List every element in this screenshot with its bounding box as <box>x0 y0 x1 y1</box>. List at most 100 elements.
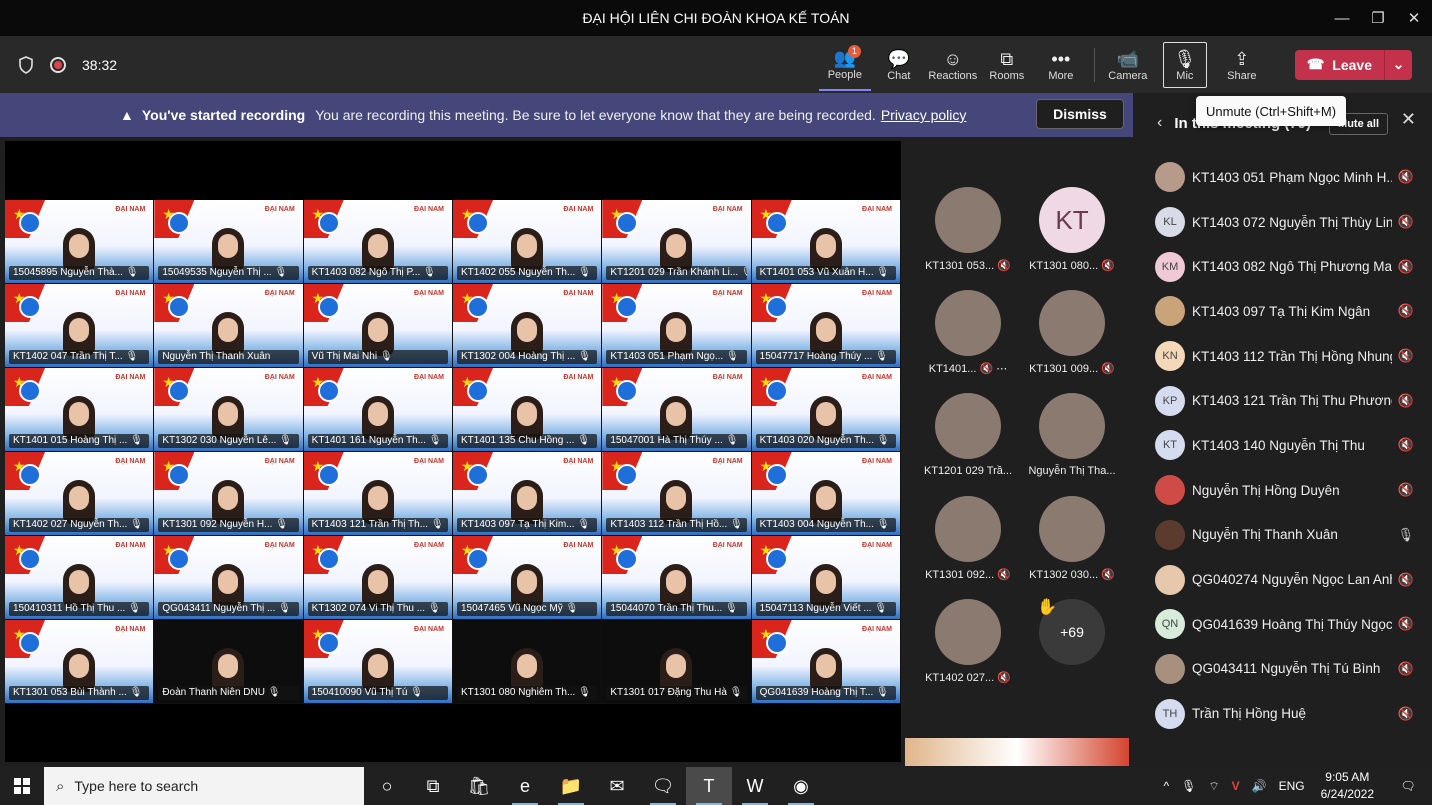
video-tile[interactable]: ĐẠI NAM KT1403 121 Trần Thị Th... 🎙 <box>303 452 453 536</box>
video-tile[interactable]: KT1301 080 Nghiêm Th... 🎙 <box>452 620 603 704</box>
chat-button[interactable]: 💬 Chat <box>873 39 925 91</box>
video-tile[interactable]: ĐẠI NAM KT1402 027 Nguyễn Th... 🎙 <box>5 452 155 536</box>
video-tile[interactable]: ĐẠI NAM 150410311 Hồ Thị Thu ... 🎙 <box>5 536 155 620</box>
video-tile[interactable]: ĐẠI NAM QG043411 Nguyễn Thị ... 🎙 <box>154 536 304 620</box>
start-button[interactable] <box>0 767 44 805</box>
close-window-button[interactable]: ✕ <box>1396 0 1432 36</box>
video-tile[interactable]: ĐẠI NAM 15047113 Nguyễn Viết ... 🎙 <box>751 536 901 620</box>
leave-button[interactable]: ☎ Leave <box>1295 50 1384 80</box>
video-tile[interactable]: ĐẠI NAM KT1403 004 Nguyễn Th... 🎙 <box>751 452 901 536</box>
shield-icon[interactable] <box>16 55 36 75</box>
participant-tile[interactable]: Nguyễn Thị Tha... <box>1017 393 1127 497</box>
language-indicator[interactable]: ENG <box>1279 779 1305 793</box>
video-tile[interactable]: ĐẠI NAM 15045895 Nguyễn Thà... 🎙 <box>5 200 155 284</box>
chevron-up-icon[interactable]: ︿ <box>1009 740 1023 760</box>
notifications-icon[interactable]: 🗨 <box>1390 779 1426 793</box>
volume-icon[interactable]: 🔊 <box>1252 779 1267 793</box>
video-tile[interactable]: ĐẠI NAM 150410090 Vũ Thị Tú 🎙 <box>303 620 453 704</box>
edge-icon[interactable]: e <box>502 767 548 805</box>
video-tile[interactable]: ĐẠI NAM KT1403 097 Tạ Thị Kim... 🎙 <box>452 452 603 536</box>
mic-status-icon[interactable]: 🔇 <box>1398 169 1414 185</box>
share-button[interactable]: ⇪ Share <box>1216 39 1268 91</box>
video-tile[interactable]: ĐẠI NAM KT1402 047 Trần Thị T... 🎙 <box>5 284 155 368</box>
participant-row[interactable]: QG040274 Nguyễn Ngọc Lan Anh 🔇 <box>1133 557 1432 602</box>
video-tile[interactable]: ĐẠI NAM KT1403 112 Trần Thị Hồ... 🎙 <box>602 452 752 536</box>
teams-icon[interactable]: T <box>686 767 732 805</box>
self-view-strip[interactable]: ︿ <box>905 738 1129 766</box>
reactions-button[interactable]: ☺ Reactions <box>927 39 979 91</box>
dismiss-button[interactable]: Dismiss <box>1036 99 1124 129</box>
participant-row[interactable]: KM KT1403 082 Ngô Thị Phương Mai 🔇 <box>1133 244 1432 289</box>
participant-row[interactable]: KN KT1403 112 Trần Thị Hồng Nhung 🔇 <box>1133 334 1432 379</box>
file-explorer-icon[interactable]: 📁 <box>548 767 594 805</box>
rooms-button[interactable]: ⧉ Rooms <box>981 39 1033 91</box>
video-tile[interactable]: ĐẠI NAM KT1401 053 Vũ Xuân H... 🎙 <box>751 200 901 284</box>
participant-tile[interactable]: KT1401... 🔇 ⋯ <box>913 290 1023 394</box>
mic-status-icon[interactable]: 🔇 <box>1398 616 1414 632</box>
cortana-icon[interactable]: ○ <box>364 767 410 805</box>
video-tile[interactable]: ĐẠI NAM KT1302 074 Vi Thị Thu ... 🎙 <box>303 536 453 620</box>
clock[interactable]: 9:05 AM 6/24/2022 <box>1321 769 1374 803</box>
tray-chevron-icon[interactable]: ^ <box>1163 779 1169 793</box>
mic-status-icon[interactable]: 🔇 <box>1398 482 1414 498</box>
participant-row[interactable]: KP KT1403 121 Trần Thị Thu Phương 🔇 <box>1133 378 1432 423</box>
chat-app-icon[interactable]: 🗨 <box>640 767 686 805</box>
participant-tile[interactable]: +69 <box>1017 599 1127 703</box>
participant-tile[interactable]: KT1402 027... 🔇 <box>913 599 1023 703</box>
back-arrow-icon[interactable]: ‹ <box>1157 114 1162 132</box>
vivaldi-icon[interactable]: V <box>1232 779 1240 793</box>
word-icon[interactable]: W <box>732 767 778 805</box>
video-tile[interactable]: ĐẠI NAM KT1401 015 Hoàng Thị ... 🎙 <box>5 368 155 452</box>
mic-status-icon[interactable]: 🔇 <box>1398 303 1414 319</box>
video-tile[interactable]: Đoàn Thanh Niên DNU 🎙 <box>154 620 304 704</box>
tray-mic-icon[interactable]: 🎙 <box>1181 779 1196 793</box>
taskbar-search[interactable]: ⌕ Type here to search <box>44 767 364 805</box>
mic-status-icon[interactable]: 🔇 <box>1398 214 1414 230</box>
video-tile[interactable]: ĐẠI NAM 15049535 Nguyễn Thị ... 🎙 <box>154 200 304 284</box>
participant-tile[interactable]: KT1201 029 Trầ... <box>913 393 1023 497</box>
participant-row[interactable]: KT KT1403 140 Nguyễn Thị Thu 🔇 <box>1133 423 1432 468</box>
video-tile[interactable]: KT1301 017 Đặng Thu Hà 🎙 <box>602 620 752 704</box>
mic-button[interactable]: 🎙 Mic <box>1162 41 1207 88</box>
privacy-policy-link[interactable]: Privacy policy <box>881 107 967 123</box>
more-button[interactable]: ••• More <box>1035 39 1087 91</box>
video-tile[interactable]: ĐẠI NAM 15047465 Vũ Ngọc Mỹ 🎙 <box>452 536 603 620</box>
video-tile[interactable]: ĐẠI NAM KT1403 051 Phạm Ngọ... 🎙 <box>602 284 752 368</box>
mail-icon[interactable]: ✉ <box>594 767 640 805</box>
mic-status-icon[interactable]: 🔇 <box>1398 348 1414 364</box>
participant-row[interactable]: TH Trần Thị Hồng Huệ 🔇 <box>1133 691 1432 736</box>
mic-status-icon[interactable]: 🔇 <box>1398 661 1414 677</box>
mic-status-icon[interactable]: 🔇 <box>1398 259 1414 275</box>
participant-row[interactable]: QN QG041639 Hoàng Thị Thúy Ngọc 🔇 <box>1133 602 1432 647</box>
wifi-icon[interactable]: ⌔ <box>1208 779 1219 794</box>
video-tile[interactable]: ĐẠI NAM QG041639 Hoàng Thị T... 🎙 <box>751 620 901 704</box>
leave-options-button[interactable]: ⌄ <box>1384 49 1412 80</box>
participant-row[interactable]: QG043411 Nguyễn Thị Tú Bình 🔇 <box>1133 647 1432 692</box>
video-tile[interactable]: ĐẠI NAM KT1301 092 Nguyễn H... 🎙 <box>154 452 304 536</box>
video-tile[interactable]: ĐẠI NAM 15047717 Hoàng Thúy ... 🎙 <box>751 284 901 368</box>
restore-button[interactable]: ❐ <box>1360 0 1396 36</box>
video-tile[interactable]: ĐẠI NAM 15047001 Hà Thị Thúy ... 🎙 <box>602 368 752 452</box>
participant-row[interactable]: Nguyễn Thị Hồng Duyên 🔇 <box>1133 468 1432 513</box>
mic-status-icon[interactable]: 🔇 <box>1398 393 1414 409</box>
participant-tile[interactable]: KT1301 009... 🔇 <box>1017 290 1127 394</box>
camera-button[interactable]: 📹 Camera <box>1102 39 1154 91</box>
video-tile[interactable]: ĐẠI NAM KT1201 029 Trần Khánh Li... 🎙 <box>602 200 752 284</box>
mic-status-icon[interactable]: 🎙 <box>1397 527 1414 543</box>
video-tile[interactable]: ĐẠI NAM KT1403 020 Nguyễn Th... 🎙 <box>751 368 901 452</box>
store-icon[interactable]: 🛍 <box>456 767 502 805</box>
video-tile[interactable]: ĐẠI NAM KT1301 053 Bùi Thành ... 🎙 <box>5 620 155 704</box>
participant-tile[interactable]: KT1301 053... 🔇 <box>913 187 1023 291</box>
people-button[interactable]: 👥 1 People <box>818 39 871 91</box>
participant-row[interactable]: KL KT1403 072 Nguyễn Thị Thùy Linh 🔇 <box>1133 200 1432 245</box>
video-tile[interactable]: ĐẠI NAM KT1403 082 Ngô Thị P... 🎙 <box>303 200 453 284</box>
video-tile[interactable]: ĐẠI NAM KT1302 004 Hoàng Thị ... 🎙 <box>452 284 603 368</box>
task-view-icon[interactable]: ⧉ <box>410 767 456 805</box>
mic-status-icon[interactable]: 🔇 <box>1398 572 1414 588</box>
video-tile[interactable]: ĐẠI NAM 15044070 Trần Thị Thu... 🎙 <box>602 536 752 620</box>
participant-row[interactable]: Nguyễn Thị Thanh Xuân 🎙 <box>1133 513 1432 558</box>
participant-tile[interactable]: KT KT1301 080... 🔇 <box>1017 187 1127 291</box>
participant-row[interactable]: KT1403 097 Tạ Thị Kim Ngân 🔇 <box>1133 289 1432 334</box>
chrome-icon[interactable]: ◉ <box>778 767 824 805</box>
video-tile[interactable]: ĐẠI NAM Vũ Thị Mai Nhi 🎙 <box>303 284 453 368</box>
